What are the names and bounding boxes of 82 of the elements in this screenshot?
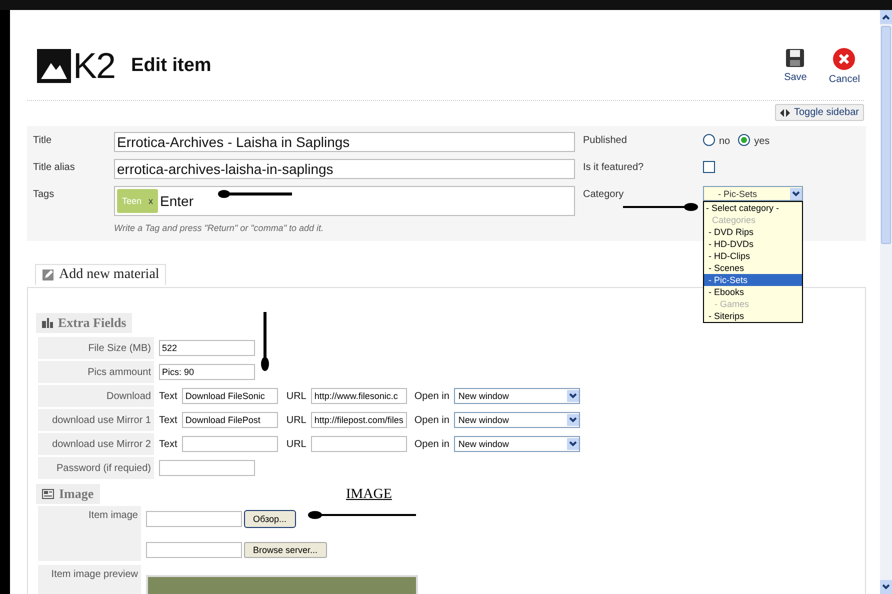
- radio-label: yes: [754, 136, 770, 147]
- open-in-select[interactable]: New window: [454, 436, 580, 452]
- save-button[interactable]: Save: [780, 47, 811, 85]
- field-label: download use Mirror 2: [38, 433, 154, 455]
- field-label: Download: [38, 385, 154, 407]
- tag-chip[interactable]: Teen x: [117, 189, 158, 213]
- open-in-label: Open in: [414, 414, 450, 426]
- field-label: download use Mirror 1: [38, 409, 154, 431]
- scroll-down-icon[interactable]: [880, 580, 892, 594]
- open-in-select[interactable]: New window: [454, 412, 580, 428]
- field-label: Tags: [33, 188, 56, 200]
- text-label: Text: [159, 414, 178, 426]
- fields-icon: [42, 318, 53, 328]
- dropdown-caret-icon: [567, 414, 580, 426]
- logo-text: K2: [73, 48, 116, 84]
- field-label: Item image: [38, 506, 141, 561]
- url-input[interactable]: [311, 436, 408, 452]
- field-label: Title alias: [33, 161, 76, 173]
- file-input[interactable]: [146, 511, 242, 527]
- field-label: Password (if requied): [38, 457, 154, 479]
- field-label: Category: [582, 188, 625, 200]
- dropdown-option[interactable]: - HD-Clips: [704, 250, 802, 262]
- arrow-annotation: [259, 312, 271, 372]
- dropdown-option[interactable]: - Pic-Sets: [704, 274, 802, 286]
- open-in-select[interactable]: New window: [454, 388, 580, 404]
- dropdown-option[interactable]: - Select category -: [704, 202, 802, 214]
- field-label: Published: [582, 134, 628, 146]
- text-input[interactable]: Pics: 90: [159, 364, 255, 380]
- browse-button[interactable]: Обзор...: [244, 510, 296, 528]
- tags-hint: Write a Tag and press "Return" or "comma" to add it.: [114, 223, 325, 233]
- dropdown-option[interactable]: - HD-DVDs: [704, 238, 802, 250]
- dropdown-option[interactable]: - Ebooks: [704, 286, 802, 298]
- text-input[interactable]: [159, 460, 255, 476]
- tab[interactable]: Add new material: [35, 264, 166, 285]
- field-label: Pics ammount: [38, 361, 154, 383]
- url-label: URL: [286, 390, 306, 402]
- section-heading: Image: [36, 484, 100, 504]
- dropdown-caret-icon: [567, 438, 580, 450]
- url-input[interactable]: http://www.filesonic.c: [311, 388, 408, 404]
- remove-tag-button[interactable]: x: [148, 192, 154, 210]
- field-label: File Size (MB): [38, 337, 154, 359]
- alias-input[interactable]: errotica-archives-laisha-in-saplings: [114, 159, 575, 179]
- title-input[interactable]: Errotica-Archives - Laisha in Saplings: [114, 132, 575, 152]
- open-in-label: Open in: [414, 390, 450, 402]
- scrollbar[interactable]: [880, 10, 892, 594]
- cancel-button[interactable]: Cancel: [824, 47, 864, 85]
- dropdown-option[interactable]: - DVD Rips: [704, 226, 802, 238]
- section-heading: Extra Fields: [36, 313, 132, 333]
- text-label: Text: [159, 438, 178, 450]
- mountain-logo-icon: [37, 49, 71, 83]
- dropdown-option[interactable]: - Scenes: [704, 262, 802, 274]
- page-title: Edit item: [131, 55, 212, 77]
- cancel-icon: [832, 47, 856, 71]
- radio-button[interactable]: [738, 134, 750, 146]
- tag-input[interactable]: Enter: [160, 192, 194, 210]
- field-label: Title: [33, 134, 53, 146]
- link-text-input[interactable]: [182, 436, 278, 452]
- scroll-up-icon[interactable]: [880, 10, 892, 24]
- category-select[interactable]: - Pic-Sets: [703, 186, 803, 201]
- radio-button[interactable]: [703, 134, 715, 146]
- text-input[interactable]: 522: [159, 340, 255, 356]
- browse-server-button[interactable]: Browse server...: [244, 542, 327, 558]
- url-label: URL: [286, 414, 306, 426]
- field-label: Item image preview: [38, 565, 141, 594]
- image-icon: [42, 489, 54, 499]
- toggle-sidebar-button[interactable]: Toggle sidebar: [774, 104, 864, 121]
- link-text-input[interactable]: Download FilePost: [182, 412, 278, 428]
- edit-icon: [42, 269, 54, 281]
- dropdown-caret-icon: [567, 390, 580, 402]
- featured-checkbox[interactable]: [703, 161, 715, 173]
- field-label: Is it featured?: [582, 161, 645, 173]
- url-input[interactable]: http://filepost.com/files: [311, 412, 408, 428]
- left-right-arrows-icon: [780, 108, 790, 116]
- open-in-label: Open in: [414, 438, 450, 450]
- text-label: Text: [159, 390, 178, 402]
- url-label: URL: [286, 438, 306, 450]
- file-path-input[interactable]: [146, 542, 242, 558]
- link-text-input[interactable]: Download FileSonic: [182, 388, 278, 404]
- dropdown-caret-icon: [790, 188, 802, 200]
- radio-label: no: [719, 136, 730, 147]
- dropdown-option[interactable]: - Siterips: [704, 310, 802, 322]
- annotation-label: IMAGE: [346, 487, 392, 503]
